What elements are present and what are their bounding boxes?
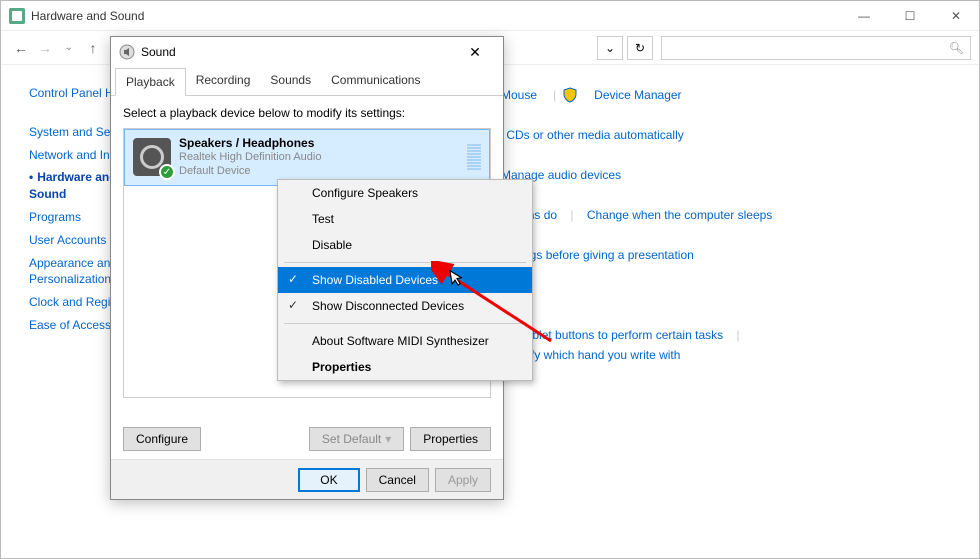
close-button[interactable]: ✕ [933, 1, 979, 31]
properties-button[interactable]: Properties [410, 427, 491, 451]
refresh-button[interactable]: ↻ [627, 36, 653, 60]
link-mouse[interactable]: Mouse [501, 88, 537, 102]
address-dropdown-button[interactable]: ⌄ [597, 36, 623, 60]
nav-forward-button[interactable]: → [33, 40, 57, 56]
ctx-show-disabled[interactable]: ✓Show Disabled Devices [278, 267, 532, 293]
check-icon: ✓ [288, 272, 298, 286]
device-item-speakers[interactable]: ✓ Speakers / Headphones Realtek High Def… [124, 129, 490, 186]
level-meter [467, 144, 481, 170]
category-devices: Mouse | Device Manager [491, 85, 959, 105]
tab-communications[interactable]: Communications [321, 67, 430, 95]
link-device-manager[interactable]: Device Manager [594, 88, 681, 102]
dialog-tabs: Playback Recording Sounds Communications [111, 67, 503, 96]
link-autoplay-media[interactable]: y CDs or other media automatically [497, 128, 684, 142]
control-panel-icon [9, 8, 25, 24]
mouse-cursor-icon [449, 267, 470, 288]
ctx-show-disconnected[interactable]: ✓Show Disconnected Devices [278, 293, 532, 319]
dialog-title: Sound [141, 45, 176, 59]
tab-playback[interactable]: Playback [115, 68, 186, 96]
maximize-button[interactable]: ☐ [887, 1, 933, 31]
shield-icon [562, 87, 578, 103]
dialog-titlebar: Sound ✕ [111, 37, 503, 67]
nav-back-button[interactable]: ← [9, 40, 33, 56]
ctx-separator-1 [284, 262, 526, 263]
search-icon: 🔍︎ [949, 41, 964, 55]
device-text: Speakers / Headphones Realtek High Defin… [179, 136, 321, 179]
link-sleep[interactable]: Change when the computer sleeps [587, 208, 772, 222]
ok-button[interactable]: OK [298, 468, 359, 492]
device-name: Speakers / Headphones [179, 136, 321, 150]
ctx-configure-speakers[interactable]: Configure Speakers [278, 180, 532, 206]
dialog-actions: OK Cancel Apply [111, 459, 503, 499]
speaker-icon: ✓ [133, 138, 171, 176]
ctx-disable[interactable]: Disable [278, 232, 532, 258]
window-controls: — ☐ ✕ [841, 1, 979, 31]
window-title: Hardware and Sound [31, 9, 144, 23]
apply-button[interactable]: Apply [435, 468, 491, 492]
nav-up-button[interactable]: ↑ [81, 40, 105, 56]
search-input[interactable]: 🔍︎ [661, 36, 971, 60]
category-autoplay: y CDs or other media automatically [491, 125, 959, 145]
configure-button[interactable]: Configure [123, 427, 201, 451]
ctx-separator-2 [284, 323, 526, 324]
minimize-button[interactable]: — [841, 1, 887, 31]
dialog-footer: Configure Set Default ▾ Properties [123, 427, 491, 451]
tab-recording[interactable]: Recording [186, 67, 261, 95]
titlebar: Hardware and Sound — ☐ ✕ [1, 1, 979, 31]
ctx-about-midi[interactable]: About Software MIDI Synthesizer [278, 328, 532, 354]
control-panel-window: Hardware and Sound — ☐ ✕ ← → ⌄ ↑ ⌄ ↻ 🔍︎ … [0, 0, 980, 559]
category-power: buttons do | Change when the computer sl… [491, 205, 959, 225]
dialog-close-button[interactable]: ✕ [455, 44, 495, 61]
link-tablet-buttons[interactable]: Set tablet buttons to perform certain ta… [501, 328, 723, 342]
context-menu: Configure Speakers Test Disable ✓Show Di… [277, 179, 533, 381]
check-icon: ✓ [288, 298, 298, 312]
set-default-button[interactable]: Set Default ▾ [309, 427, 404, 451]
sound-icon [119, 44, 135, 60]
device-status: Default Device [179, 164, 321, 178]
category-mobility: settings before giving a presentation [491, 245, 959, 265]
ctx-properties[interactable]: Properties [278, 354, 532, 380]
category-tablet: Set tablet buttons to perform certain ta… [491, 325, 959, 365]
dialog-instruction: Select a playback device below to modify… [123, 106, 491, 120]
tab-sounds[interactable]: Sounds [260, 67, 321, 95]
device-driver: Realtek High Definition Audio [179, 150, 321, 164]
cancel-button[interactable]: Cancel [366, 468, 429, 492]
ctx-test[interactable]: Test [278, 206, 532, 232]
nav-history-button[interactable]: ⌄ [57, 42, 81, 53]
category-sound: Manage audio devices [491, 165, 959, 185]
